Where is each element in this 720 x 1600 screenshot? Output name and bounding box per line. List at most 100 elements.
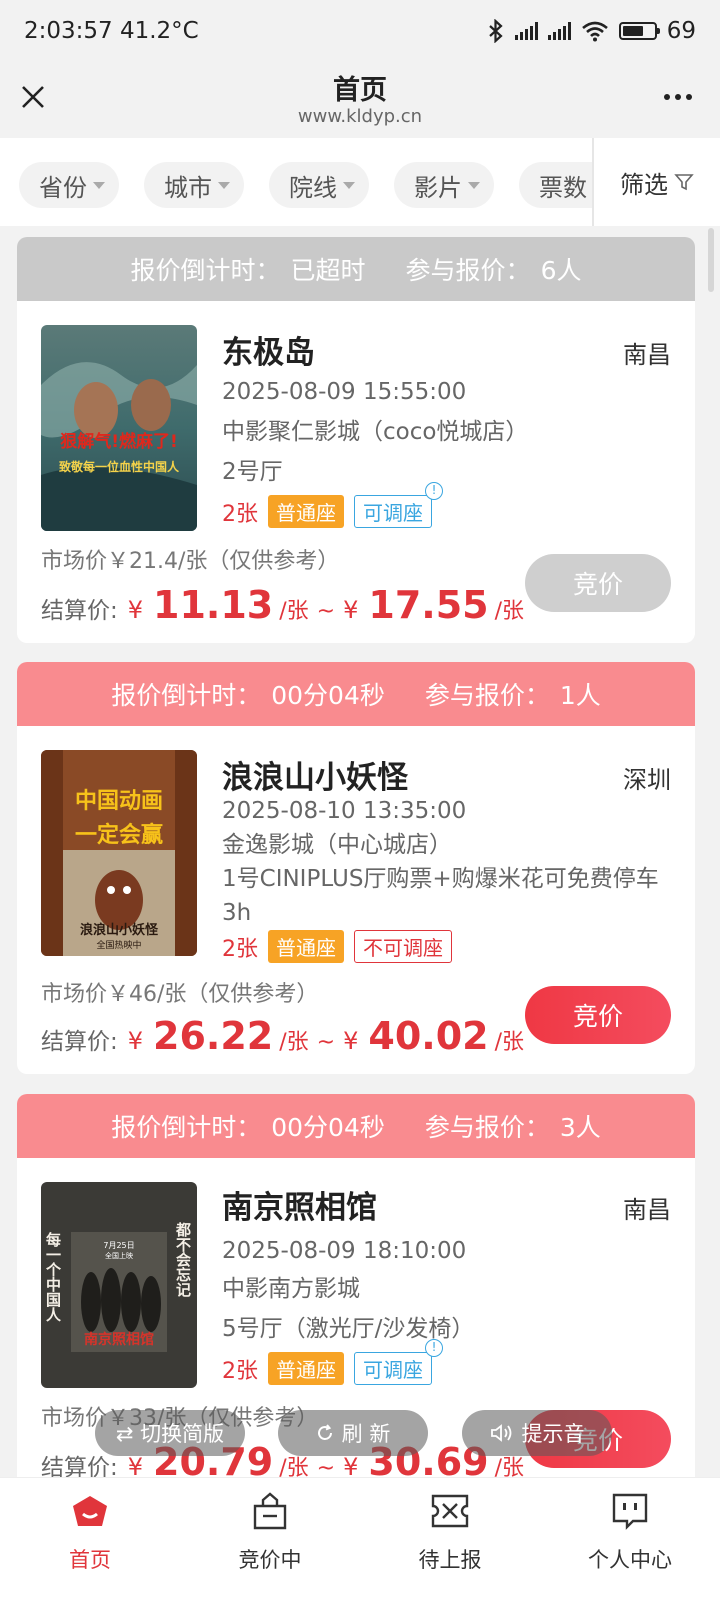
- status-bar: 2:03:57 41.2°C 69: [0, 0, 720, 62]
- price-low: 11.13: [153, 583, 274, 627]
- speaker-icon: [490, 1424, 511, 1442]
- filter-movie-label: 影片: [414, 173, 462, 202]
- status-icons: 69: [487, 18, 696, 44]
- adjust-seat-label: 可调座: [363, 501, 423, 525]
- filter-movie[interactable]: 影片: [394, 162, 494, 208]
- chevron-down-icon: [93, 181, 105, 189]
- poster-slogan: 狠解气!燃麻了!: [60, 431, 178, 452]
- tab-home[interactable]: 首页: [0, 1478, 180, 1600]
- tab-bidding[interactable]: 竞价中: [180, 1478, 360, 1600]
- cinema-name: 金逸影城（中心城店）: [222, 832, 452, 858]
- settle-price: 结算价: ¥ 11.13 /张 ~ ¥ 17.55 /张: [41, 583, 532, 627]
- ticket-tags: 2张 普通座 可调座!: [222, 482, 443, 528]
- chevron-down-icon: [218, 181, 230, 189]
- movie-poster: 7月25日 全国上映 南京照相馆 每一个中国人 都不会忘记: [41, 1182, 197, 1388]
- profile-icon: [612, 1493, 648, 1530]
- adjust-seat-badge: 可调座!: [354, 1339, 443, 1385]
- filter-bar: 省份 城市 院线 影片 票数 筛选: [0, 138, 720, 226]
- market-price: 市场价￥21.4/张（仅供参考）: [41, 549, 340, 574]
- switch-mode-button[interactable]: ⇄ 切换简版: [95, 1410, 245, 1456]
- filter-button-label: 筛选: [620, 170, 668, 199]
- city-label: 深圳: [623, 766, 671, 794]
- card-header: 报价倒计时： 已超时 参与报价： 6人: [17, 237, 695, 301]
- poster-release: 全国上映: [105, 1251, 133, 1260]
- tab-pending[interactable]: 待上报: [360, 1478, 540, 1600]
- auction-card[interactable]: 报价倒计时： 已超时 参与报价： 6人 狠解气!燃麻了! 致敬每一位血性中国人 …: [17, 237, 695, 643]
- countdown-value: 00分04秒: [271, 1113, 385, 1142]
- price-separator: ~: [316, 599, 336, 624]
- status-time-temp: 2:03:57 41.2°C: [24, 18, 199, 44]
- currency-symbol: ¥: [127, 1027, 144, 1055]
- seat-type-badge: 普通座: [268, 495, 344, 528]
- filter-province[interactable]: 省份: [19, 162, 119, 208]
- poster-slogan: 中国动画: [75, 789, 163, 814]
- tab-profile[interactable]: 个人中心: [540, 1478, 720, 1600]
- currency-symbol: ¥: [343, 1027, 359, 1055]
- bid-button[interactable]: 竞价: [525, 554, 671, 612]
- poster-release: 全国热映中: [96, 939, 141, 951]
- filter-button[interactable]: 筛选: [592, 138, 720, 226]
- filter-chain-label: 院线: [289, 173, 337, 202]
- countdown-label: 报价倒计时：: [130, 256, 281, 285]
- movie-title: 浪浪山小妖怪: [222, 760, 408, 796]
- settle-label: 结算价:: [41, 598, 118, 624]
- info-icon[interactable]: !: [425, 482, 443, 500]
- countdown-label: 报价倒计时：: [111, 681, 262, 710]
- currency-symbol: ¥: [127, 596, 144, 624]
- bag-icon: [253, 1492, 287, 1530]
- cinema-name: 中影聚仁影城（coco悦城店）: [222, 419, 529, 445]
- movie-poster: 中国动画 一定会赢 浪浪山小妖怪 全国热映中: [41, 750, 197, 956]
- signal-icon: [547, 22, 571, 40]
- ticket-tags: 2张 普通座 可调座!: [222, 1339, 443, 1385]
- countdown-value: 已超时: [290, 256, 366, 285]
- funnel-icon: [674, 174, 694, 191]
- poster-subslogan: 一定会赢: [75, 822, 163, 848]
- info-icon[interactable]: !: [425, 1339, 443, 1357]
- hall-name: 2号厅: [222, 459, 283, 485]
- switch-mode-label: ⇄ 切换简版: [115, 1422, 225, 1446]
- price-unit: /张: [279, 1030, 309, 1055]
- page-title: 首页: [333, 75, 387, 106]
- price-separator: ~: [316, 1030, 336, 1055]
- tab-pending-label: 待上报: [418, 1548, 482, 1572]
- card-header: 报价倒计时： 00分04秒 参与报价： 3人: [17, 1094, 695, 1158]
- bid-button[interactable]: 竞价: [525, 986, 671, 1044]
- more-menu-icon[interactable]: [664, 94, 692, 100]
- refresh-icon: [317, 1424, 332, 1440]
- refresh-button[interactable]: 刷 新: [278, 1410, 428, 1456]
- adjust-seat-badge: 不可调座: [354, 930, 452, 963]
- filter-tickets-label: 票数: [539, 173, 587, 202]
- bottom-tab-bar: 首页 竞价中 待上报 个人中心: [0, 1477, 720, 1600]
- filter-chain[interactable]: 院线: [269, 162, 369, 208]
- wifi-icon: [581, 21, 608, 42]
- price-unit: /张: [494, 1030, 524, 1055]
- filter-city-label: 城市: [164, 173, 212, 202]
- tab-bidding-label: 竞价中: [238, 1548, 302, 1572]
- city-label: 南昌: [623, 341, 671, 369]
- title-bar: 首页 www.kldyp.cn: [0, 62, 720, 138]
- ticket-count: 2张: [222, 936, 258, 962]
- poster-slogan: 每一个中国人: [44, 1231, 62, 1322]
- adjust-seat-label: 可调座: [363, 1358, 423, 1382]
- price-low: 26.22: [153, 1014, 274, 1058]
- participants-label: 参与报价：: [424, 681, 550, 710]
- poster-title: 南京照相馆: [84, 1331, 154, 1348]
- participants-label: 参与报价：: [405, 256, 531, 285]
- home-icon: [73, 1496, 107, 1526]
- ticket-tags: 2张 普通座 不可调座: [222, 930, 452, 963]
- sound-button[interactable]: 提示音: [462, 1410, 612, 1456]
- show-datetime: 2025-08-09 18:10:00: [222, 1238, 467, 1264]
- bluetooth-icon: [488, 19, 503, 43]
- scrollbar[interactable]: [708, 228, 714, 292]
- auction-card[interactable]: 报价倒计时： 00分04秒 参与报价： 1人 中国动画 一定会赢 浪浪山小妖怪 …: [17, 662, 695, 1074]
- hall-name: 1号CINIPLUS厅购票+购爆米花可免费停车3h: [222, 866, 659, 926]
- price-high: 17.55: [368, 583, 489, 627]
- movie-title: 南京照相馆: [222, 1190, 377, 1226]
- refresh-label: 刷 新: [341, 1422, 391, 1446]
- adjust-seat-badge: 可调座!: [354, 482, 443, 528]
- show-datetime: 2025-08-09 15:55:00: [222, 379, 467, 405]
- movie-poster: 狠解气!燃麻了! 致敬每一位血性中国人: [41, 325, 197, 531]
- page-url: www.kldyp.cn: [297, 106, 423, 127]
- filter-city[interactable]: 城市: [144, 162, 244, 208]
- participants-label: 参与报价：: [424, 1113, 550, 1142]
